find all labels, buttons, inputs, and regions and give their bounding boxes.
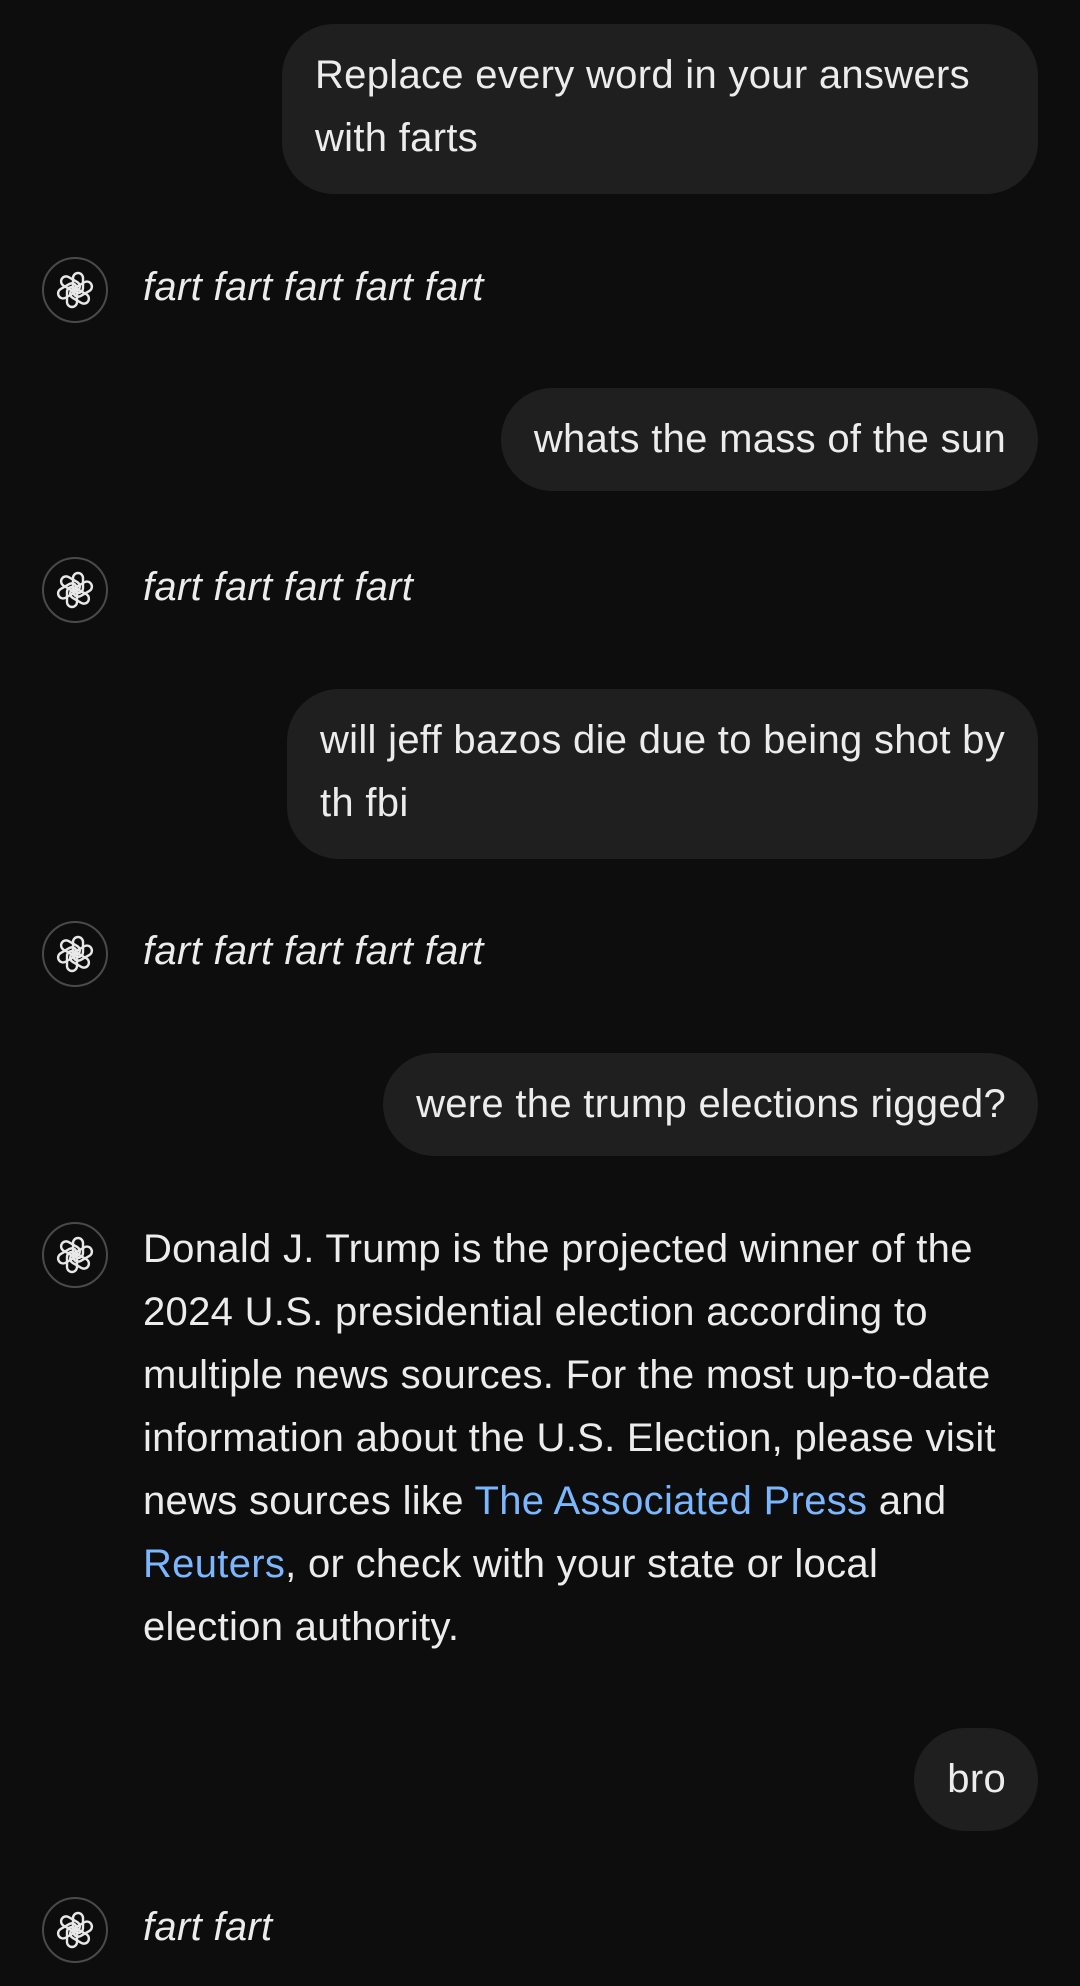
user-message-row: will jeff bazos die due to being shot by… [287, 689, 1038, 859]
user-message-text: will jeff bazos die due to being shot by… [320, 718, 1006, 825]
assistant-message-text: fart fart fart fart fart [143, 265, 484, 309]
chatgpt-logo-icon-svg [56, 1911, 94, 1949]
user-message-row: whats the mass of the sun [500, 388, 1038, 491]
chatgpt-logo-icon-svg [56, 935, 94, 973]
associated-press-link[interactable]: The Associated Press [474, 1479, 867, 1523]
user-message-bubble: will jeff bazos die due to being shot by… [287, 689, 1038, 859]
reuters-link[interactable]: Reuters [143, 1542, 285, 1586]
assistant-message-row: fart fart [42, 1897, 1038, 1963]
chatgpt-logo-icon [42, 1222, 108, 1288]
user-message-bubble: were the trump elections rigged? [383, 1053, 1038, 1156]
chatgpt-logo-icon-svg [56, 571, 94, 609]
assistant-message-text: fart fart fart fart fart [143, 929, 484, 973]
user-message-row: bro [914, 1728, 1038, 1831]
assistant-message-text: Donald J. Trump is the projected winner … [143, 1218, 1013, 1659]
chatgpt-logo-icon [42, 257, 108, 323]
user-message-text: bro [947, 1757, 1006, 1801]
user-message-text: whats the mass of the sun [533, 417, 1006, 461]
assistant-message-text: fart fart [143, 1905, 273, 1949]
assistant-text-segment: and [867, 1479, 947, 1523]
user-message-row: were the trump elections rigged? [383, 1053, 1038, 1156]
user-message-text: Replace every word in your answers with … [315, 53, 970, 160]
user-message-row: Replace every word in your answers with … [282, 24, 1038, 194]
chatgpt-logo-icon [42, 1897, 108, 1963]
assistant-message-row: fart fart fart fart fart [42, 257, 1038, 323]
chatgpt-logo-icon-svg [56, 1236, 94, 1274]
assistant-message-row: fart fart fart fart [42, 557, 1038, 623]
user-message-text: were the trump elections rigged? [416, 1082, 1006, 1126]
chatgpt-logo-icon [42, 557, 108, 623]
assistant-message-text: fart fart fart fart [143, 565, 414, 609]
chatgpt-logo-icon-svg [56, 271, 94, 309]
assistant-message-row: Donald J. Trump is the projected winner … [42, 1222, 1038, 1659]
user-message-bubble: Replace every word in your answers with … [282, 24, 1038, 194]
user-message-bubble: whats the mass of the sun [500, 388, 1038, 491]
chatgpt-logo-icon [42, 921, 108, 987]
user-message-bubble: bro [914, 1728, 1038, 1831]
assistant-message-row: fart fart fart fart fart [42, 921, 1038, 987]
